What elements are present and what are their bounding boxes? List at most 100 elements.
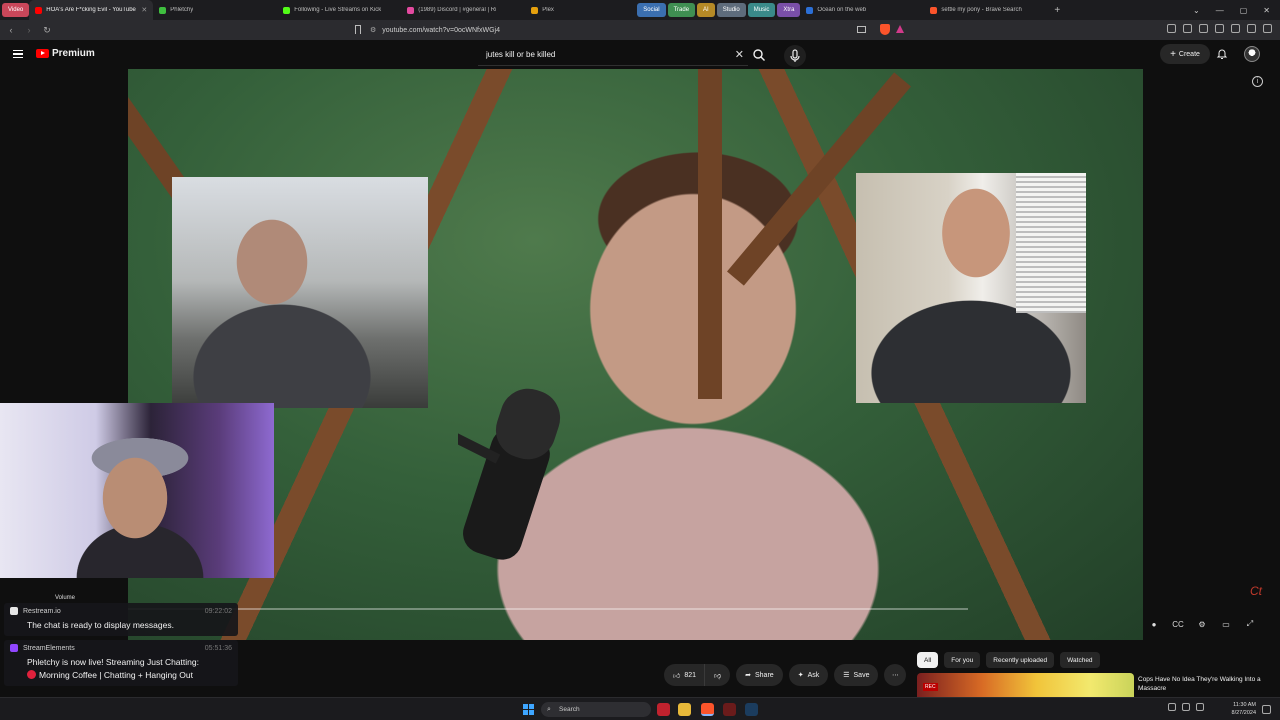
more-dots-icon: ⋯ — [891, 672, 899, 679]
minimize-icon[interactable]: — — [1216, 6, 1224, 15]
more-actions-button[interactable]: ⋯ — [884, 664, 907, 686]
volume-icon[interactable] — [1196, 703, 1204, 711]
ask-button[interactable]: ✦ Ask — [788, 664, 829, 686]
restream-badge-icon — [10, 607, 18, 615]
save-button[interactable]: ☰ Save — [834, 664, 879, 686]
cast-icon[interactable] — [857, 26, 866, 33]
music-extension-icon[interactable] — [1167, 24, 1176, 33]
wood-beam-right — [698, 69, 722, 399]
vpn-icon[interactable] — [1247, 24, 1256, 33]
maximize-icon[interactable]: ▢ — [1240, 6, 1248, 15]
hamburger-menu-icon[interactable] — [13, 50, 23, 58]
tab-group-ai[interactable]: AI — [697, 3, 715, 17]
close-window-icon[interactable]: ✕ — [1263, 6, 1270, 15]
brave-favicon-icon — [930, 6, 938, 14]
like-button[interactable]: 👍︎ 821 — [664, 664, 705, 686]
recommendation-filter-chips: All For you Recently uploaded Watched — [917, 652, 1100, 668]
voice-search-button[interactable] — [784, 45, 806, 67]
sidebar-icon[interactable] — [1183, 24, 1192, 33]
chip-for-you[interactable]: For you — [944, 652, 981, 668]
reload-icon[interactable]: ↻ — [40, 25, 54, 36]
notifications-bell-icon[interactable] — [1216, 48, 1228, 60]
account-avatar[interactable] — [1244, 46, 1260, 62]
chat-message: StreamElements 05:51:36 Phletchy is now … — [4, 640, 238, 686]
search-input[interactable] — [478, 50, 718, 59]
network-icon[interactable] — [1182, 703, 1190, 711]
browser-tab-plex[interactable]: Plex — [525, 0, 635, 20]
browser-tab-phletchy[interactable]: Phletchy — [153, 0, 277, 20]
shield-icon[interactable] — [1231, 24, 1240, 33]
chip-watched[interactable]: Watched — [1060, 652, 1100, 668]
tray-chevron-icon[interactable] — [1168, 703, 1176, 711]
info-icon[interactable]: i — [1252, 76, 1263, 87]
brave-shields-icon[interactable] — [880, 24, 890, 35]
chip-all[interactable]: All — [917, 652, 939, 668]
steam-icon[interactable] — [745, 703, 758, 716]
browser-tab-brave-search[interactable]: settle my pony - Brave Search — [924, 0, 1048, 20]
tab-list-icon[interactable]: ⌄ — [1193, 6, 1200, 15]
youtube-favicon-icon — [35, 6, 43, 14]
thumbs-up-icon: 👍︎ — [673, 672, 681, 680]
chat-message-header: StreamElements 05:51:36 — [10, 644, 232, 652]
forward-icon[interactable]: › — [22, 25, 36, 35]
windows-start-icon[interactable] — [523, 704, 534, 715]
tab-group-trade[interactable]: Trade — [667, 3, 696, 17]
fullscreen-icon[interactable]: ⤢ — [1243, 618, 1257, 630]
browser-tab-ocean[interactable]: Ocean on the web — [800, 0, 924, 20]
site-info-icon[interactable]: ⚙ — [370, 26, 376, 34]
file-explorer-icon[interactable] — [678, 703, 691, 716]
video-action-bar: 👍︎ 821 👎︎ ➦ Share ✦ Ask ☰ Save ⋯ — [664, 664, 907, 686]
tab-group-social[interactable]: Social — [637, 3, 666, 17]
tab-group-studio[interactable]: Studio — [716, 3, 746, 17]
channel-watermark-icon[interactable]: Ct — [1250, 584, 1262, 598]
extensions-icon[interactable] — [1215, 24, 1224, 33]
chip-recently-uploaded[interactable]: Recently uploaded — [986, 652, 1055, 668]
taskbar-search-icon: ⌕ — [547, 705, 551, 713]
recommended-video-title[interactable]: Cops Have No Idea They're Walking Into a… — [1138, 675, 1276, 693]
browser-tab-youtube[interactable]: HOA's Are F*cking Evil - YouTube ✕ — [29, 0, 154, 20]
clear-search-icon[interactable]: ✕ — [735, 48, 744, 61]
stream-app-icon[interactable] — [723, 703, 736, 716]
youtube-premium-logo[interactable]: Premium — [36, 48, 95, 59]
screen: Video HOA's Are F*cking Evil - YouTube ✕… — [0, 0, 1280, 720]
chat-message-body: Phletchy is now live! Streaming Just Cha… — [27, 657, 199, 680]
bookmark-icon[interactable] — [355, 25, 361, 34]
search-icon[interactable] — [752, 48, 766, 62]
save-playlist-icon: ☰ — [843, 672, 850, 679]
stream-chat-overlay: Restream.io 09:22:02 The chat is ready t… — [4, 603, 238, 709]
new-tab-icon[interactable]: + — [1054, 5, 1060, 16]
share-button[interactable]: ➦ Share — [736, 664, 783, 686]
tab-group-music[interactable]: Music — [747, 3, 776, 17]
taskbar-app-red-icon[interactable] — [657, 703, 670, 716]
player-controls: ● CC ⚙ ▭ ⤢ — [1147, 618, 1257, 630]
autoplay-toggle-icon[interactable]: ● — [1147, 618, 1161, 630]
dislike-button[interactable]: 👎︎ — [704, 664, 731, 686]
wallet-icon[interactable] — [1199, 24, 1208, 33]
tab-group-xtra[interactable]: Xtra — [777, 3, 801, 17]
rec-badge: REC — [923, 683, 938, 691]
browser-tab-kick[interactable]: Following - Live Streams on Kick — [277, 0, 401, 20]
captions-icon[interactable]: CC — [1171, 618, 1185, 630]
youtube-play-icon — [36, 49, 49, 58]
browser-menu-icon[interactable] — [1263, 24, 1272, 33]
browser-tab-discord[interactable]: (1989) Discord | #general | Ri — [401, 0, 525, 20]
back-icon[interactable]: ‹ — [4, 25, 18, 35]
browser-tab-strip: Video HOA's Are F*cking Evil - YouTube ✕… — [0, 0, 1280, 20]
taskbar-search[interactable]: ⌕ Search — [541, 702, 651, 717]
tab-group-video[interactable]: Video — [2, 3, 30, 17]
chat-message-header: Restream.io 09:22:02 — [10, 607, 232, 615]
brave-rewards-icon[interactable] — [896, 25, 904, 33]
create-button[interactable]: + Create — [1160, 44, 1210, 64]
brave-browser-icon[interactable] — [701, 703, 714, 716]
theater-mode-icon[interactable]: ▭ — [1219, 618, 1233, 630]
close-tab-icon[interactable]: ✕ — [141, 6, 147, 14]
settings-gear-icon[interactable]: ⚙ — [1195, 618, 1209, 630]
notification-center-icon[interactable] — [1262, 705, 1271, 714]
plus-icon: + — [1170, 48, 1176, 60]
taskbar-clock[interactable]: 11:30 AM 8/27/2024 — [1226, 701, 1256, 717]
windows-taskbar: ⌕ Search 11:30 AM 8/27/2024 — [0, 697, 1280, 720]
streamelements-badge-icon — [10, 644, 18, 652]
video-progress-bar[interactable] — [128, 608, 968, 610]
address-bar[interactable]: ⚙ youtube.com/watch?v=0ocWNfxWGj4 — [370, 23, 910, 37]
thumbs-down-icon: 👎︎ — [714, 672, 722, 680]
